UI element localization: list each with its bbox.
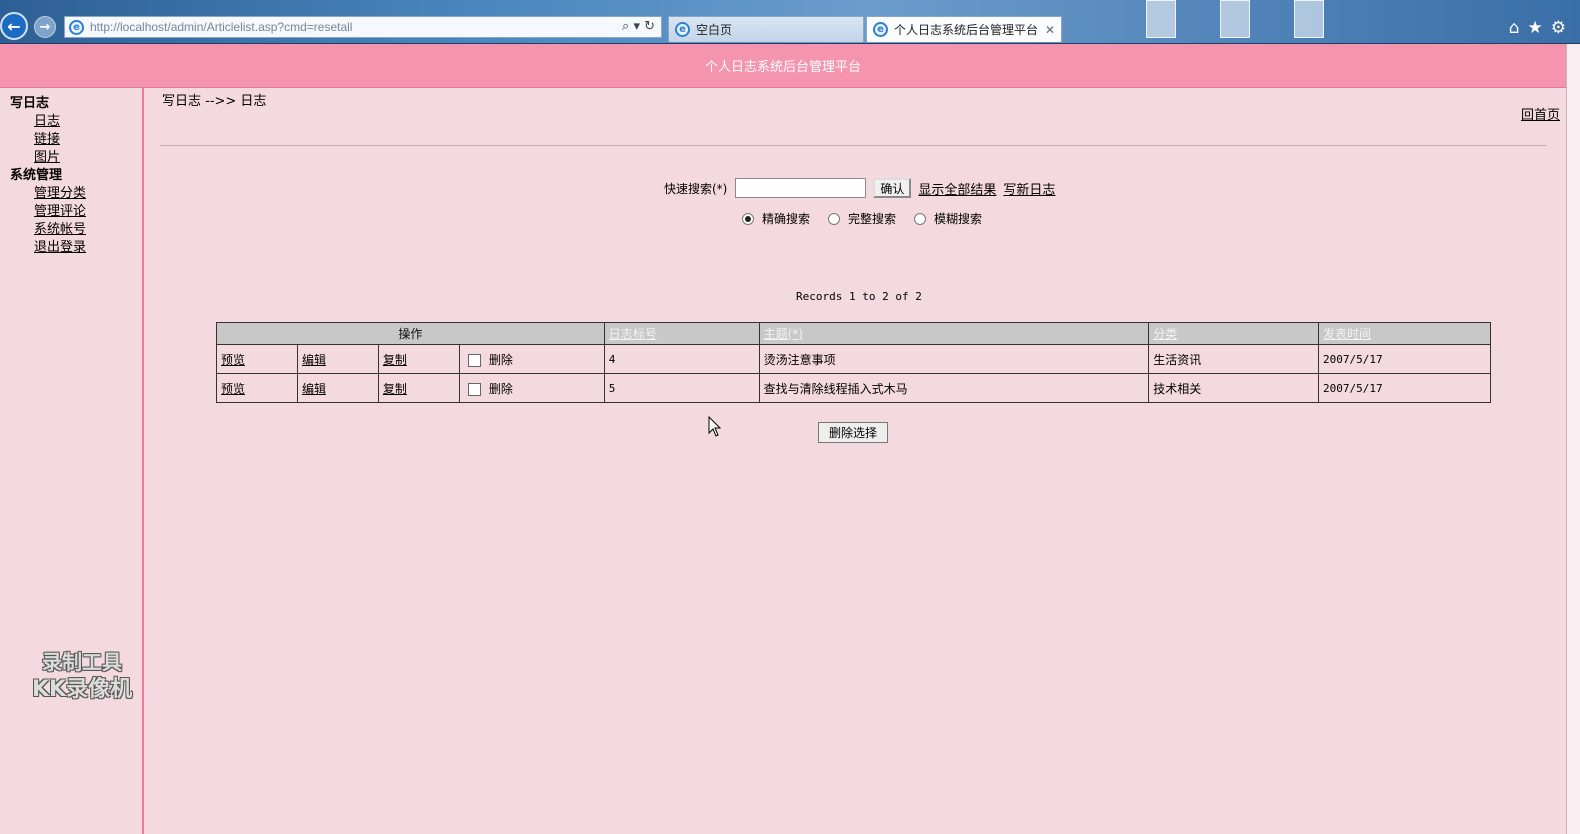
delete-checkbox[interactable] <box>467 382 481 396</box>
sidebar-heading-write: 写日志 <box>10 96 50 111</box>
delete-label: 删除 <box>488 352 513 367</box>
sidebar-heading-system: 系统管理 <box>10 168 63 183</box>
tab-label: 个人日志系统后台管理平台 <box>894 23 1039 37</box>
home-link[interactable]: 回首页 <box>1521 104 1560 123</box>
watermark: 录制工具 KK录像机 <box>32 648 132 704</box>
preview-link[interactable]: 预览 <box>221 353 245 367</box>
radio-fuzzy-label: 模糊搜索 <box>934 212 983 226</box>
copy-link[interactable]: 复制 <box>383 382 407 396</box>
sidebar-item-categories[interactable]: 管理分类 <box>34 182 86 201</box>
close-icon[interactable]: ✕ <box>1045 23 1055 37</box>
delete-checkbox[interactable] <box>467 353 481 367</box>
edit-link[interactable]: 编辑 <box>302 353 326 367</box>
address-url[interactable]: http://localhost/admin/Articlelist.asp?c… <box>90 20 352 34</box>
cell-category: 生活资讯 <box>1148 344 1320 374</box>
search-refresh-icon[interactable]: ⌕ ▾ ↻ <box>622 19 655 34</box>
radio-full-label: 完整搜索 <box>848 212 897 226</box>
desktop-icon <box>1294 0 1324 38</box>
cell-category: 技术相关 <box>1148 373 1320 403</box>
preview-link[interactable]: 预览 <box>221 382 245 396</box>
cell-id: 4 <box>603 344 760 374</box>
cell-date: 2007/5/17 <box>1318 373 1491 403</box>
records-count: Records 1 to 2 of 2 <box>796 290 922 303</box>
sidebar-item-images[interactable]: 图片 <box>34 146 60 165</box>
home-icon[interactable]: ⌂ <box>1509 18 1528 38</box>
sidebar-item-logout[interactable]: 退出登录 <box>34 236 86 255</box>
search-mode-group: 精确搜索 完整搜索 模糊搜索 <box>742 210 1000 227</box>
radio-exact[interactable] <box>742 212 754 225</box>
delete-selected-button[interactable]: 删除选择 <box>818 422 888 443</box>
radio-fuzzy[interactable] <box>914 212 927 225</box>
address-bar[interactable]: e http://localhost/admin/Articlelist.asp… <box>64 16 662 38</box>
ie-logo-icon: e <box>873 22 888 37</box>
search-bar: 快速搜索(*) 确认 显示全部结果 写新日志 <box>664 178 1055 198</box>
tab-label: 空白页 <box>696 23 733 37</box>
page-header: 个人日志系统后台管理平台 <box>0 44 1566 88</box>
page-title: 个人日志系统后台管理平台 <box>704 60 861 75</box>
sidebar-item-accounts[interactable]: 系统帐号 <box>34 218 86 237</box>
search-input[interactable] <box>735 178 867 198</box>
cell-title: 烫汤注意事项 <box>758 344 1150 374</box>
log-table: 操作 日志标号 主题(*) 分类 发表时间 预览 编辑 复制 删除 4 烫汤注意… <box>216 322 1491 403</box>
header-title[interactable]: 主题(*) <box>758 322 1150 345</box>
cell-id: 5 <box>603 373 760 403</box>
header-operation: 操作 <box>216 322 605 345</box>
search-label: 快速搜索(*) <box>664 181 728 196</box>
cell-title: 查找与清除线程插入式木马 <box>758 373 1150 403</box>
browser-toolbar-icons[interactable]: ⌂★⚙ <box>1509 18 1574 38</box>
breadcrumb: 写日志 -->> 日志 <box>162 94 267 109</box>
confirm-button[interactable]: 确认 <box>873 178 912 198</box>
back-arrow-icon[interactable]: ← <box>0 12 28 40</box>
desktop-icon <box>1146 0 1176 38</box>
sidebar-item-links[interactable]: 链接 <box>34 128 60 147</box>
gear-icon[interactable]: ⚙ <box>1551 18 1574 38</box>
header-date[interactable]: 发表时间 <box>1318 322 1491 345</box>
sidebar-item-comments[interactable]: 管理评论 <box>34 200 86 219</box>
cell-date: 2007/5/17 <box>1318 344 1491 374</box>
delete-label: 删除 <box>488 381 513 396</box>
star-icon[interactable]: ★ <box>1528 18 1551 38</box>
scrollbar[interactable] <box>1566 44 1580 834</box>
edit-link[interactable]: 编辑 <box>302 382 326 396</box>
tab-blank[interactable]: e 空白页 <box>668 16 864 42</box>
desktop-icon <box>1220 0 1250 38</box>
new-post-link[interactable]: 写新日志 <box>1003 179 1055 198</box>
watermark-line2: KK录像机 <box>32 677 133 702</box>
ie-logo-icon: e <box>675 22 690 37</box>
sidebar: 写日志 日志 链接 图片 系统管理 管理分类 管理评论 系统帐号 退出登录 <box>0 88 144 834</box>
header-id[interactable]: 日志标号 <box>603 322 760 345</box>
watermark-line1: 录制工具 <box>42 650 123 674</box>
mouse-cursor-icon <box>708 416 722 437</box>
sidebar-item-log[interactable]: 日志 <box>34 110 60 129</box>
forward-arrow-icon[interactable]: → <box>34 16 56 38</box>
table-row: 预览 编辑 复制 删除 5 查找与清除线程插入式木马 技术相关 2007/5/1… <box>216 373 1491 403</box>
show-all-link[interactable]: 显示全部结果 <box>918 179 996 198</box>
browser-chrome: ← → e http://localhost/admin/Articlelist… <box>0 0 1580 44</box>
ie-logo-icon: e <box>69 19 84 35</box>
radio-full[interactable] <box>828 212 841 225</box>
header-category[interactable]: 分类 <box>1148 322 1320 345</box>
tab-admin[interactable]: e 个人日志系统后台管理平台 ✕ <box>866 16 1062 42</box>
divider <box>160 145 1546 146</box>
radio-exact-label: 精确搜索 <box>762 212 811 226</box>
copy-link[interactable]: 复制 <box>383 353 407 367</box>
table-header-row: 操作 日志标号 主题(*) 分类 发表时间 <box>216 322 1491 345</box>
table-row: 预览 编辑 复制 删除 4 烫汤注意事项 生活资讯 2007/5/17 <box>216 344 1491 374</box>
